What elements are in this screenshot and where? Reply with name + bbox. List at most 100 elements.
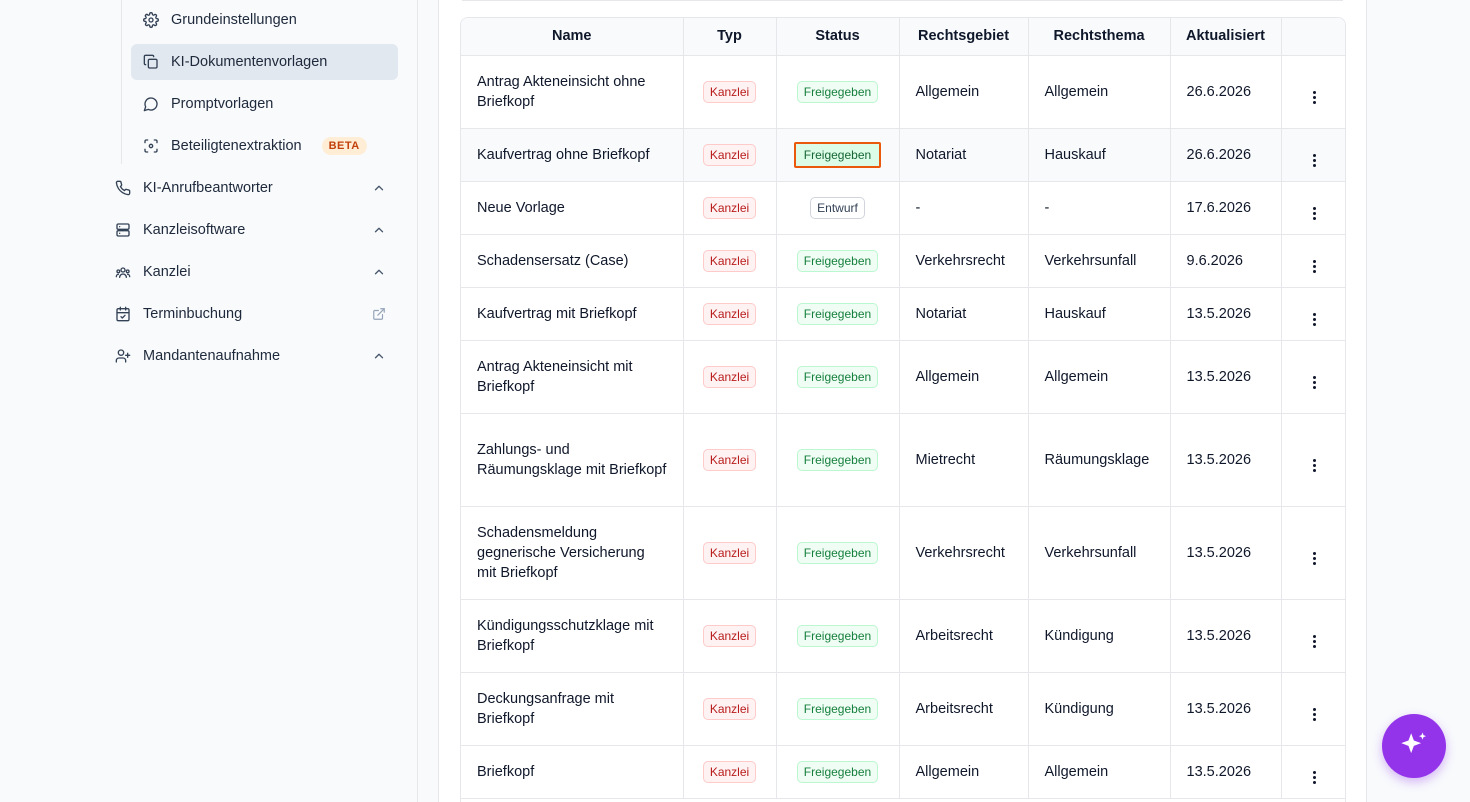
table-row[interactable]: Kaufvertrag ohne Briefkopf Kanzlei Freigeg… (461, 128, 1345, 182)
beta-badge: BETA (321, 137, 367, 155)
templates-table: Name Typ Status Rechtsgebiet Rechtsthema… (460, 17, 1346, 802)
more-vertical-icon[interactable] (1311, 375, 1317, 389)
sidebar-item-label: Grundeinstellungen (171, 12, 297, 28)
typ-badge: Kanzlei (702, 302, 757, 325)
cell-rechtsthema: Allgemein (1028, 745, 1171, 799)
cell-name: Neue Vorlage (461, 181, 684, 235)
template-name: Kaufvertrag ohne Briefkopf (477, 146, 650, 163)
cell-aktualisiert: 13.5.2026 (1170, 287, 1282, 341)
cell-aktualisiert: 13.5.2026 (1170, 672, 1282, 746)
cell-typ: Kanzlei (683, 55, 777, 129)
more-vertical-icon[interactable] (1311, 551, 1317, 565)
typ-badge: Kanzlei (702, 697, 757, 720)
more-vertical-icon[interactable] (1311, 312, 1317, 326)
more-vertical-icon[interactable] (1311, 634, 1317, 648)
sidebar-item-kanzlei[interactable]: Kanzlei (107, 254, 398, 290)
cell-actions (1281, 599, 1345, 673)
cell-name: Schadensmeldung gegnerische Versicherung… (461, 506, 684, 600)
updated-date: 13.5.2026 (1186, 368, 1252, 385)
sidebar-item-promptvorlagen[interactable]: Promptvorlagen (131, 86, 398, 122)
updated-date: 13.5.2026 (1186, 700, 1252, 717)
table-row[interactable]: Kündigungsschutzklage mit Briefkopf Kanzl… (461, 599, 1345, 673)
table-row[interactable]: Schadensmeldung gegnerische Versicherung… (461, 506, 1345, 600)
typ-badge: Kanzlei (702, 143, 757, 166)
sidebar-item-ki-anrufbeantworter[interactable]: KI-Anrufbeantworter (107, 170, 398, 206)
table-row[interactable]: Zahlungs- und Räumungsklage mit Briefkop… (461, 413, 1345, 507)
chevron-up-icon[interactable] (372, 181, 386, 195)
status-badge: Freigegeben (796, 697, 879, 720)
cell-typ: Kanzlei (683, 234, 777, 288)
cell-name: Antrag Akteneinsicht ohne Briefkopf (461, 55, 684, 129)
chevron-up-icon[interactable] (372, 223, 386, 237)
template-name: Briefkopf (477, 763, 535, 780)
table-row[interactable]: Deckungsanfrage mit Briefkopf Kanzlei Frei… (461, 672, 1345, 746)
sidebar-item-label: Mandantenaufnahme (143, 348, 281, 364)
sidebar-item-label: KI-Dokumentenvorlagen (171, 54, 328, 70)
cell-rechtsgebiet: Allgemein (899, 745, 1029, 799)
table-row[interactable]: Briefkopf Kanzlei Freigegeben Allgemein Allg… (461, 745, 1345, 799)
table-row[interactable]: Kaufvertrag mit Briefkopf Kanzlei Freigege… (461, 287, 1345, 341)
cell-aktualisiert: 13.5.2026 (1170, 745, 1282, 799)
more-vertical-icon[interactable] (1311, 770, 1317, 784)
cell-name: Kündigungsschutzklage mit Briefkopf (461, 599, 684, 673)
cell-status: Freigegeben (776, 599, 900, 673)
template-name: Zahlungs- und Räumungsklage mit Briefkop… (477, 441, 667, 478)
cell-rechtsgebiet: Verkehrsrecht (899, 234, 1029, 288)
cell-typ: Kanzlei (683, 413, 777, 507)
cell-actions (1281, 287, 1345, 341)
sidebar-item-label: Promptvorlagen (171, 96, 274, 112)
gear-icon (143, 12, 159, 28)
rechtsthema-value: Verkehrsunfall (1044, 252, 1137, 269)
chevron-up-icon[interactable] (372, 265, 386, 279)
table-row[interactable]: Neue Vorlage Kanzlei Entwurf - - 17.6.2026 (461, 181, 1345, 235)
cell-rechtsthema: Verkehrsunfall (1028, 506, 1171, 600)
rechtsgebiet-value: Allgemein (915, 368, 980, 385)
column-header-rechtsthema[interactable]: Rechtsthema (1028, 18, 1171, 56)
sidebar-item-mandantenaufnahme[interactable]: Mandantenaufnahme (107, 338, 398, 374)
more-vertical-icon[interactable] (1311, 458, 1317, 472)
sidebar-item-label: KI-Anrufbeantworter (143, 180, 273, 196)
column-header-status[interactable]: Status (776, 18, 900, 56)
sidebar-item-ki-dokumentenvorlagen[interactable]: KI-Dokumentenvorlagen (131, 44, 398, 80)
more-vertical-icon[interactable] (1311, 707, 1317, 721)
more-vertical-icon[interactable] (1311, 259, 1317, 273)
cell-rechtsthema: Allgemein (1028, 55, 1171, 129)
table-row[interactable]: Schadensersatz (Case) Kanzlei Freigegeben V… (461, 234, 1345, 288)
cell-name: Schadensersatz (Case) (461, 234, 684, 288)
cell-actions (1281, 745, 1345, 799)
cell-name: Kaufvertrag mit Briefkopf (461, 287, 684, 341)
more-vertical-icon[interactable] (1311, 90, 1317, 104)
table-row[interactable]: Antrag Akteneinsicht mit Briefkopf Kanzle… (461, 340, 1345, 414)
sidebar-item-beteiligtenextraktion[interactable]: Beteiligtenextraktion BETA (131, 128, 398, 164)
table-row[interactable]: Antrag Akteneinsicht ohne Briefkopf Kanzl… (461, 55, 1345, 129)
typ-badge: Kanzlei (702, 196, 757, 219)
chevron-up-icon[interactable] (372, 349, 386, 363)
column-header-typ[interactable]: Typ (683, 18, 777, 56)
external-link-icon (372, 307, 386, 321)
rechtsthema-value: Kündigung (1044, 700, 1114, 717)
rechtsthema-value: Allgemein (1044, 83, 1109, 100)
cell-status: Freigegeben (776, 340, 900, 414)
sidebar-item-kanzleisoftware[interactable]: Kanzleisoftware (107, 212, 398, 248)
rechtsgebiet-value: Arbeitsrecht (915, 627, 993, 644)
cell-rechtsthema: Verkehrsunfall (1028, 234, 1171, 288)
column-header-rechtsgebiet[interactable]: Rechtsgebiet (899, 18, 1029, 56)
rechtsthema-value: Hauskauf (1044, 305, 1106, 322)
cell-typ: Kanzlei (683, 599, 777, 673)
sidebar-item-terminbuchung[interactable]: Terminbuchung (107, 296, 398, 332)
ai-assistant-button[interactable] (1382, 714, 1446, 778)
cell-actions (1281, 128, 1345, 182)
status-badge: Freigegeben (796, 448, 879, 471)
more-vertical-icon[interactable] (1311, 153, 1317, 167)
sidebar-item-grundeinstellungen[interactable]: Grundeinstellungen (131, 2, 398, 38)
copy-icon (143, 54, 159, 70)
cell-status: Freigegeben (776, 128, 900, 182)
more-vertical-icon[interactable] (1311, 206, 1317, 220)
column-header-name[interactable]: Name (461, 18, 684, 56)
column-header-aktualisiert[interactable]: Aktualisiert (1170, 18, 1282, 56)
cell-rechtsgebiet: Notariat (899, 287, 1029, 341)
typ-badge: Kanzlei (702, 448, 757, 471)
cell-status: Freigegeben (776, 506, 900, 600)
cell-rechtsgebiet: Allgemein (899, 340, 1029, 414)
divider (462, 0, 1343, 1)
